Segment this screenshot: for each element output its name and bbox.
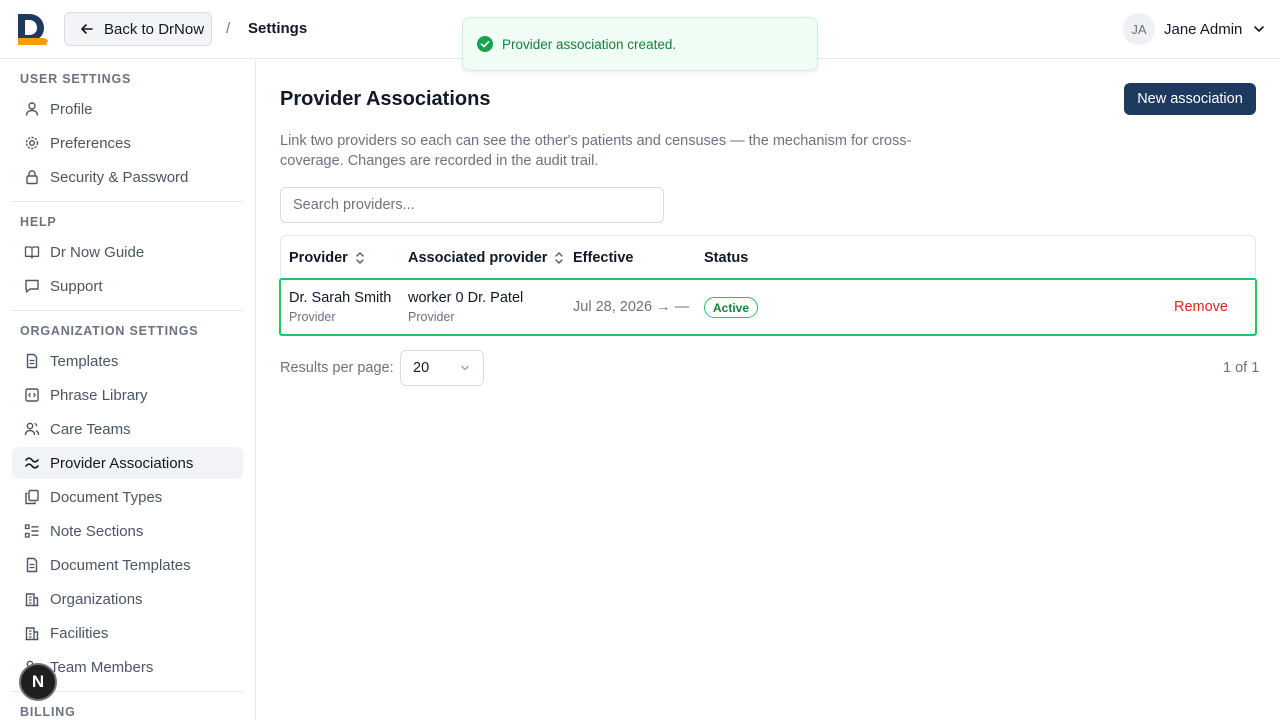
back-button[interactable]: Back to DrNow: [64, 12, 212, 46]
associated-provider-role: Provider: [408, 310, 455, 324]
sidebar-item-guide[interactable]: Dr Now Guide: [12, 236, 243, 268]
book-icon: [24, 246, 40, 259]
sidebar-item-security[interactable]: Security & Password: [12, 161, 243, 193]
sidebar-divider: [12, 201, 243, 202]
column-header-provider[interactable]: Provider: [289, 250, 366, 266]
sidebar-item-label: Profile: [50, 100, 93, 118]
section-title-user-settings: USER SETTINGS: [20, 72, 132, 86]
sidebar-divider: [12, 310, 243, 311]
sidebar-item-label: Preferences: [50, 134, 131, 152]
sidebar-item-document-templates[interactable]: Document Templates: [12, 549, 243, 581]
sidebar-item-label: Security & Password: [50, 168, 189, 186]
copy-icon: [25, 489, 39, 505]
section-title-billing: BILLING: [20, 705, 76, 719]
sidebar-item-label: Phrase Library: [50, 386, 148, 404]
status-badge: Active: [704, 297, 759, 318]
sidebar-item-facilities[interactable]: Facilities: [12, 617, 243, 649]
associated-provider-name: worker 0 Dr. Patel: [408, 290, 524, 306]
provider-name: Dr. Sarah Smith: [289, 290, 392, 306]
provider-role: Provider: [289, 310, 336, 324]
remove-button[interactable]: Remove: [1174, 299, 1228, 315]
results-per-page-label: Results per page:: [280, 360, 394, 376]
link-icon: [25, 457, 39, 469]
sidebar-item-label: Note Sections: [50, 522, 144, 540]
sidebar-item-templates[interactable]: Templates: [12, 345, 243, 377]
users-icon: [24, 422, 40, 436]
sidebar-item-label: Facilities: [50, 624, 109, 642]
results-per-page-select[interactable]: 20: [400, 350, 484, 386]
drnow-logo[interactable]: [16, 13, 48, 45]
column-header-label: Provider: [289, 250, 348, 266]
column-header-label: Effective: [573, 250, 634, 266]
success-toast: Provider association created.: [462, 17, 818, 71]
arrow-left-icon: [81, 24, 93, 34]
sidebar-item-support[interactable]: Support: [12, 270, 243, 302]
column-header-effective: Effective: [573, 250, 633, 266]
sort-icon: [555, 252, 564, 264]
breadcrumb-current: Settings: [248, 20, 308, 37]
lock-icon: [26, 170, 38, 185]
sort-icon: [356, 252, 364, 264]
sidebar-item-provider-associations[interactable]: Provider Associations: [12, 447, 243, 479]
sidebar-item-note-sections[interactable]: Note Sections: [12, 515, 243, 547]
sidebar-item-profile[interactable]: Profile: [12, 93, 243, 125]
sidebar-item-care-teams[interactable]: Care Teams: [12, 413, 243, 445]
sidebar-item-label: Provider Associations: [50, 454, 194, 472]
table-row[interactable]: Dr. Sarah Smith Provider worker 0 Dr. Pa…: [279, 278, 1257, 336]
effective-date: Jul 28, 2026 → —: [573, 299, 690, 315]
sidebar-item-label: Team Members: [50, 658, 154, 676]
user-name: Jane Admin: [1164, 20, 1243, 38]
sidebar-item-label: Document Types: [50, 488, 163, 506]
document-icon: [26, 557, 38, 573]
chevron-down-icon: [1254, 26, 1265, 32]
page-title: Provider Associations: [280, 88, 491, 110]
list-icon: [24, 524, 39, 538]
user-icon: [25, 102, 39, 116]
settings-sidebar: USER SETTINGS Profile Preferences Securi…: [0, 60, 256, 720]
results-per-page-value: 20: [413, 360, 430, 376]
sidebar-item-organizations[interactable]: Organizations: [12, 583, 243, 615]
back-button-label: Back to DrNow: [104, 20, 205, 38]
sidebar-item-label: Document Templates: [50, 556, 191, 574]
document-icon: [26, 353, 38, 369]
building-icon: [25, 627, 39, 641]
breadcrumb-separator: /: [226, 20, 231, 37]
gear-icon: [25, 136, 39, 150]
toast-message: Provider association created.: [502, 36, 677, 52]
new-association-button[interactable]: New association: [1124, 83, 1256, 115]
avatar: JA: [1123, 13, 1155, 45]
code-icon: [25, 388, 39, 402]
sidebar-item-label: Organizations: [50, 590, 143, 608]
section-title-organization-settings: ORGANIZATION SETTINGS: [20, 324, 199, 338]
column-header-associated-provider[interactable]: Associated provider: [408, 250, 565, 266]
check-circle-icon: [477, 36, 493, 52]
sidebar-item-label: Templates: [50, 352, 119, 370]
column-header-status: Status: [704, 250, 748, 266]
pagination-status: 1 of 1: [1223, 360, 1260, 376]
section-title-help: HELP: [20, 215, 57, 229]
associations-table: Provider Associated provider Effective S…: [279, 235, 1257, 336]
sidebar-item-label: Care Teams: [50, 420, 131, 438]
search-input[interactable]: [280, 187, 664, 223]
nextjs-dev-button[interactable]: N: [19, 663, 57, 701]
building-icon: [25, 593, 39, 607]
sidebar-item-label: Support: [50, 277, 103, 295]
sidebar-item-phrase-library[interactable]: Phrase Library: [12, 379, 243, 411]
user-menu[interactable]: JA Jane Admin: [1123, 13, 1267, 45]
sidebar-item-label: Dr Now Guide: [50, 243, 145, 261]
sidebar-item-preferences[interactable]: Preferences: [12, 127, 243, 159]
column-header-label: Associated provider: [408, 250, 548, 266]
sidebar-item-document-types[interactable]: Document Types: [12, 481, 243, 513]
page-description: Link two providers so each can see the o…: [280, 133, 912, 169]
column-header-label: Status: [704, 250, 749, 266]
chevron-down-icon: [461, 365, 469, 371]
chat-icon: [25, 279, 39, 293]
